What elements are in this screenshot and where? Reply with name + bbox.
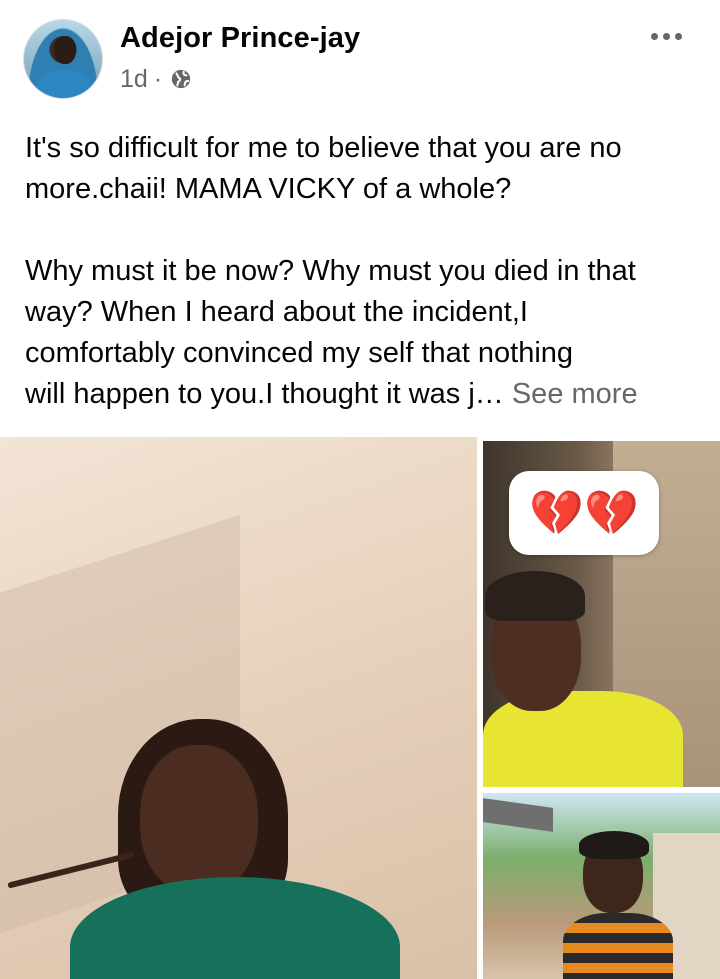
post-text-line: It's so difficult for me to believe that… bbox=[25, 132, 622, 164]
photo-bottom-right[interactable] bbox=[483, 793, 720, 979]
photo-roof bbox=[483, 798, 553, 832]
more-dot bbox=[650, 32, 658, 40]
meta-separator: · bbox=[153, 64, 163, 93]
post-text-line: comfortably convinced my self that nothi… bbox=[25, 337, 574, 369]
post-header: Adejor Prince-jay 1d · bbox=[0, 0, 720, 110]
avatar-face bbox=[54, 36, 76, 64]
broken-heart-emoji-overlay: 💔💔 bbox=[509, 471, 659, 555]
more-options-icon[interactable] bbox=[646, 26, 686, 46]
photo-cap bbox=[579, 831, 649, 859]
globe-icon bbox=[171, 69, 191, 89]
author-avatar[interactable] bbox=[23, 19, 103, 99]
post-text-line: way? When I heard about the incident,I bbox=[25, 296, 528, 328]
post-text-last-line: will happen to you.I thought it was j… S… bbox=[25, 374, 705, 415]
see-more-link[interactable]: See more bbox=[512, 378, 638, 410]
post-text-line: Why must it be now? Why must you died in… bbox=[25, 255, 636, 287]
photo-top-right[interactable]: 💔💔 bbox=[483, 441, 720, 787]
photo-striped-top bbox=[563, 913, 673, 979]
post-text: It's so difficult for me to believe that… bbox=[25, 128, 705, 415]
photo-face bbox=[140, 745, 258, 895]
post-text-line: more.chaii! MAMA VICKY of a whole? bbox=[25, 173, 512, 205]
photo-grid: 💔💔 bbox=[0, 437, 720, 979]
avatar-shirt bbox=[36, 70, 94, 98]
post-meta: 1d · bbox=[120, 64, 192, 94]
post-timestamp[interactable]: 1d bbox=[120, 65, 148, 94]
more-dot bbox=[662, 32, 670, 40]
photo-main[interactable] bbox=[0, 437, 477, 979]
author-name[interactable]: Adejor Prince-jay bbox=[120, 22, 360, 55]
photo-headwrap bbox=[485, 571, 585, 621]
more-dot bbox=[674, 32, 682, 40]
post-text-line: will happen to you.I thought it was j… bbox=[25, 378, 504, 410]
